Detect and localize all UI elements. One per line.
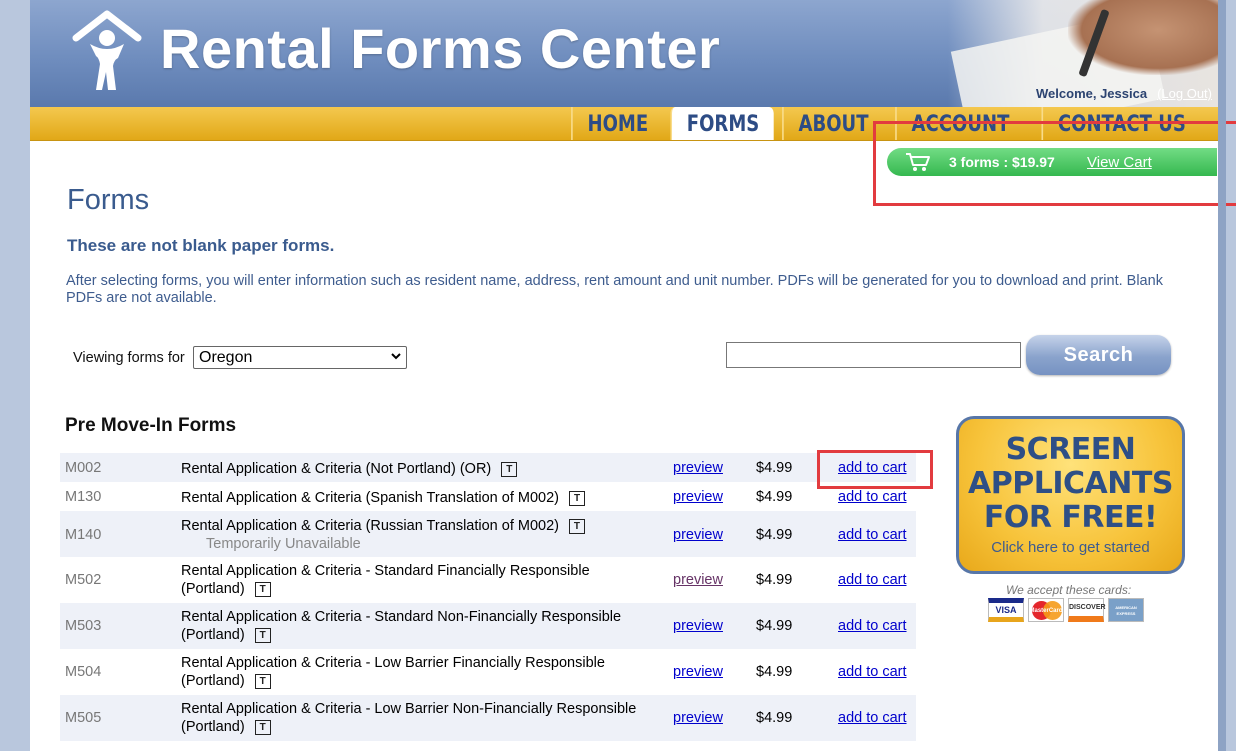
- form-name: Rental Application & Criteria (Spanish T…: [181, 489, 661, 507]
- form-name-text: Rental Application & Criteria (Not Portl…: [181, 461, 492, 477]
- form-price: $4.99: [756, 664, 793, 680]
- form-name: Rental Application & Criteria (Not Portl…: [181, 460, 661, 478]
- template-icon: T: [568, 519, 585, 534]
- preview-link[interactable]: preview: [673, 664, 723, 680]
- house-person-logo-icon[interactable]: [72, 8, 142, 94]
- form-price: $4.99: [756, 489, 793, 505]
- form-name: Rental Application & Criteria (Russian T…: [181, 517, 661, 553]
- preview-link[interactable]: preview: [673, 618, 723, 634]
- section-title: Pre Move-In Forms: [65, 415, 237, 436]
- add-to-cart-link[interactable]: add to cart: [838, 527, 907, 543]
- add-to-cart-link[interactable]: add to cart: [838, 664, 907, 680]
- add-to-cart-highlight-box: [817, 450, 933, 489]
- nav-about[interactable]: ABOUT: [782, 107, 883, 140]
- preview-link[interactable]: preview: [673, 710, 723, 726]
- form-price: $4.99: [756, 527, 793, 543]
- form-name: Rental Application & Criteria - Standard…: [181, 562, 661, 598]
- add-to-cart-link[interactable]: add to cart: [838, 572, 907, 588]
- table-row: M140 Rental Application & Criteria (Russ…: [60, 511, 916, 557]
- table-row: M503 Rental Application & Criteria - Sta…: [60, 603, 916, 649]
- page-edge: [1218, 0, 1226, 751]
- chevron-down-icon: [391, 353, 401, 360]
- preview-link[interactable]: preview: [673, 572, 723, 588]
- state-select[interactable]: Oregon: [193, 346, 407, 369]
- nav-home[interactable]: HOME: [570, 107, 663, 140]
- unavailable-note: Temporarily Unavailable: [206, 536, 361, 552]
- form-name-text: Rental Application & Criteria (Spanish T…: [181, 490, 559, 506]
- form-code: M002: [65, 460, 102, 476]
- forms-table: M002 Rental Application & Criteria (Not …: [60, 453, 916, 741]
- preview-link[interactable]: preview: [673, 527, 723, 543]
- table-row: M130 Rental Application & Criteria (Span…: [60, 482, 916, 511]
- visa-card-icon: VISA: [988, 598, 1024, 622]
- site-header: Rental Forms Center Welcome, Jessica (Log…: [30, 0, 1218, 107]
- screen-applicants-promo[interactable]: SCREEN APPLICANTS FOR FREE! Click here t…: [956, 416, 1185, 574]
- table-row: M505 Rental Application & Criteria - Low…: [60, 695, 916, 741]
- table-row: M502 Rental Application & Criteria - Sta…: [60, 557, 916, 603]
- accepted-cards: VISA MasterCard DISCOVER AMERICAN EXPRES…: [988, 598, 1144, 622]
- state-filter-label: Viewing forms for: [73, 350, 185, 366]
- form-price: $4.99: [756, 710, 793, 726]
- state-select-value: Oregon: [199, 349, 253, 366]
- form-price: $4.99: [756, 618, 793, 634]
- form-name-text: Rental Application & Criteria - Standard…: [181, 563, 590, 579]
- logout-link[interactable]: (Log Out): [1157, 86, 1212, 101]
- template-icon: T: [569, 491, 585, 506]
- preview-link[interactable]: preview: [673, 489, 723, 505]
- page-title: Forms: [67, 184, 150, 216]
- preview-link[interactable]: preview: [673, 460, 723, 476]
- form-name-text: Rental Application & Criteria - Standard…: [181, 609, 622, 625]
- promo-line: SCREEN: [1005, 432, 1136, 467]
- template-icon: T: [501, 462, 518, 477]
- form-price: $4.99: [756, 572, 793, 588]
- template-icon: T: [254, 582, 271, 597]
- form-name-text: Rental Application & Criteria - Low Barr…: [181, 655, 605, 671]
- form-name-text-2: (Portland): [181, 581, 245, 597]
- amex-card-icon: AMERICAN EXPRESS: [1108, 598, 1144, 622]
- form-code: M505: [65, 710, 102, 726]
- cards-caption: We accept these cards:: [1006, 583, 1132, 597]
- welcome-bar: Welcome, Jessica (Log Out): [1036, 86, 1212, 101]
- form-code: M504: [65, 664, 102, 680]
- form-name-text-2: (Portland): [181, 627, 245, 643]
- intro-text: After selecting forms, you will enter in…: [66, 273, 1163, 306]
- template-icon: T: [254, 674, 271, 689]
- mastercard-label: MasterCard: [1029, 608, 1063, 614]
- template-icon: T: [254, 628, 271, 643]
- form-name-text: Rental Application & Criteria (Russian T…: [181, 518, 559, 534]
- page: Rental Forms Center Welcome, Jessica (Log…: [30, 0, 1236, 751]
- form-code: M503: [65, 618, 102, 634]
- table-row: M504 Rental Application & Criteria - Low…: [60, 649, 916, 695]
- page-subhead: These are not blank paper forms.: [67, 236, 335, 255]
- form-code: M130: [65, 489, 102, 505]
- form-code: M502: [65, 572, 102, 588]
- cart-highlight-box: [873, 121, 1236, 206]
- add-to-cart-link[interactable]: add to cart: [838, 710, 907, 726]
- form-name-text: Rental Application & Criteria - Low Barr…: [181, 701, 637, 717]
- add-to-cart-link[interactable]: add to cart: [838, 489, 907, 505]
- promo-subtext: Click here to get started: [991, 539, 1150, 556]
- site-title[interactable]: Rental Forms Center: [160, 16, 720, 81]
- form-name: Rental Application & Criteria - Low Barr…: [181, 700, 661, 736]
- add-to-cart-link[interactable]: add to cart: [838, 618, 907, 634]
- promo-line: APPLICANTS: [968, 466, 1173, 501]
- search-button[interactable]: Search: [1026, 335, 1171, 375]
- form-name-text-2: (Portland): [181, 719, 245, 735]
- form-code: M140: [65, 527, 102, 543]
- discover-card-icon: DISCOVER: [1068, 598, 1106, 622]
- template-icon: T: [254, 720, 271, 735]
- form-name-text-2: (Portland): [181, 673, 245, 689]
- form-name: Rental Application & Criteria - Standard…: [181, 608, 661, 644]
- form-name: Rental Application & Criteria - Low Barr…: [181, 654, 661, 690]
- search-input[interactable]: [726, 342, 1021, 368]
- form-price: $4.99: [756, 460, 793, 476]
- promo-line: FOR FREE!: [983, 500, 1158, 535]
- welcome-text: Welcome, Jessica: [1036, 86, 1148, 101]
- nav-forms[interactable]: FORMS: [670, 107, 774, 140]
- mastercard-icon: MasterCard: [1028, 598, 1064, 622]
- table-row: M002 Rental Application & Criteria (Not …: [60, 453, 916, 482]
